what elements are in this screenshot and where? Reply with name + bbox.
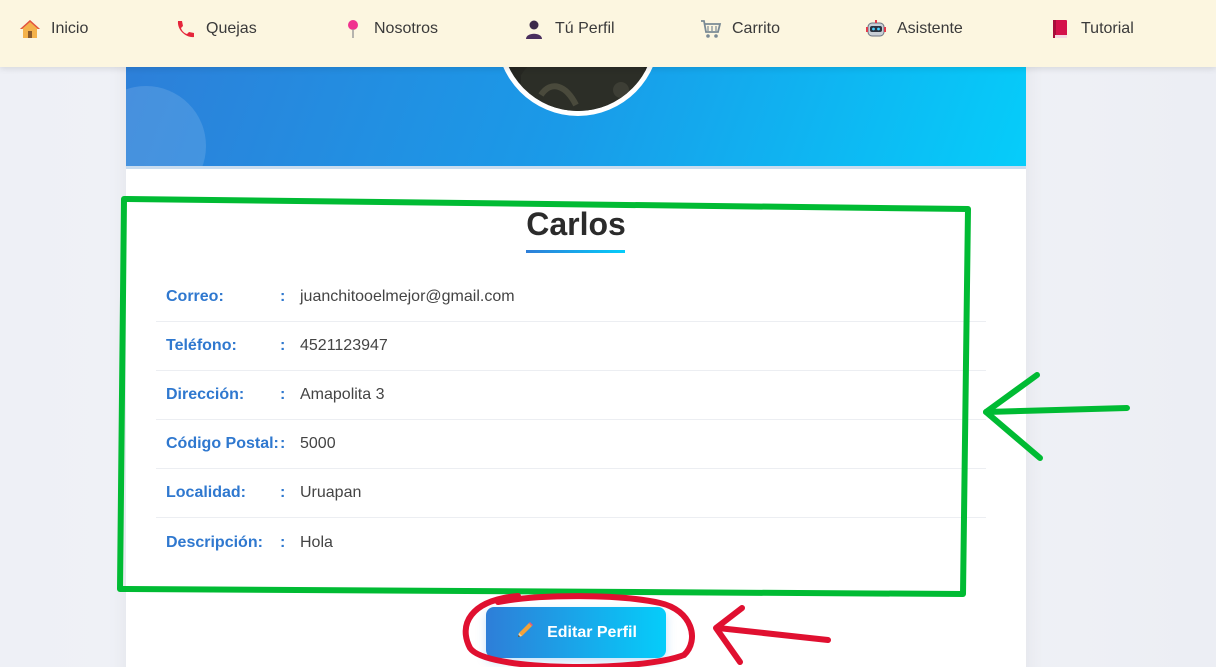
phone-icon: [174, 18, 196, 40]
nav-label: Nosotros: [374, 20, 439, 37]
field-value: 5000: [300, 435, 336, 452]
profile-row-localidad: Localidad: : Uruapan: [156, 469, 986, 518]
field-value: Hola: [300, 533, 333, 551]
top-nav: Inicio Quejas Nosotros Tú Perfil Carrito…: [0, 0, 1216, 67]
field-value: Uruapan: [300, 484, 362, 501]
field-value: Amapolita 3: [300, 386, 385, 403]
person-icon: [523, 18, 545, 40]
robot-icon: [865, 18, 887, 40]
nav-label: Quejas: [206, 20, 257, 37]
field-value: 4521123947: [300, 337, 388, 354]
field-label: Código Postal:: [166, 435, 279, 452]
profile-name: Carlos: [526, 206, 626, 242]
field-colon: :: [280, 386, 286, 403]
profile-row-codigo-postal: Código Postal: : 5000: [156, 420, 986, 469]
nav-item-tutorial[interactable]: Tutorial: [1049, 16, 1134, 42]
house-icon: [19, 18, 41, 40]
profile-row-telefono: Teléfono: : 4521123947: [156, 322, 986, 371]
profile-row-direccion: Dirección: : Amapolita 3: [156, 371, 986, 420]
field-label: Teléfono:: [166, 337, 237, 354]
nav-item-carrito[interactable]: Carrito: [700, 16, 780, 42]
field-label: Localidad:: [166, 484, 247, 501]
profile-card: Carlos Correo: : juanchitooelmejor@gmail…: [126, 0, 1026, 667]
pencil-icon: [515, 620, 535, 645]
edit-profile-button[interactable]: Editar Perfil: [486, 607, 666, 658]
nav-item-perfil[interactable]: Tú Perfil: [523, 16, 615, 42]
field-colon: :: [280, 435, 286, 452]
nav-label: Asistente: [897, 20, 963, 37]
nav-item-inicio[interactable]: Inicio: [19, 16, 88, 42]
field-label: Correo:: [166, 288, 224, 305]
banner-divider: [126, 166, 1026, 169]
field-colon: :: [280, 533, 286, 551]
nav-label: Tú Perfil: [555, 20, 615, 37]
pin-icon: [342, 18, 364, 40]
nav-label: Tutorial: [1081, 20, 1134, 37]
cart-icon: [700, 18, 722, 40]
profile-row-descripcion: Descripción: : Hola: [156, 518, 986, 567]
field-colon: :: [280, 337, 286, 354]
nav-item-asistente[interactable]: Asistente: [865, 16, 963, 42]
book-icon: [1049, 18, 1071, 40]
name-underline: [526, 250, 625, 253]
field-colon: :: [280, 484, 286, 501]
field-value: juanchitooelmejor@gmail.com: [300, 288, 515, 305]
field-label: Dirección:: [166, 386, 245, 403]
edit-profile-label: Editar Perfil: [547, 623, 637, 641]
profile-row-correo: Correo: : juanchitooelmejor@gmail.com: [156, 273, 986, 322]
field-colon: :: [280, 288, 286, 305]
nav-label: Carrito: [732, 20, 781, 37]
nav-item-nosotros[interactable]: Nosotros: [342, 16, 438, 42]
nav-item-quejas[interactable]: Quejas: [174, 16, 257, 42]
banner-decoration: [126, 86, 206, 168]
nav-label: Inicio: [51, 20, 89, 37]
field-label: Descripción:: [166, 533, 263, 551]
